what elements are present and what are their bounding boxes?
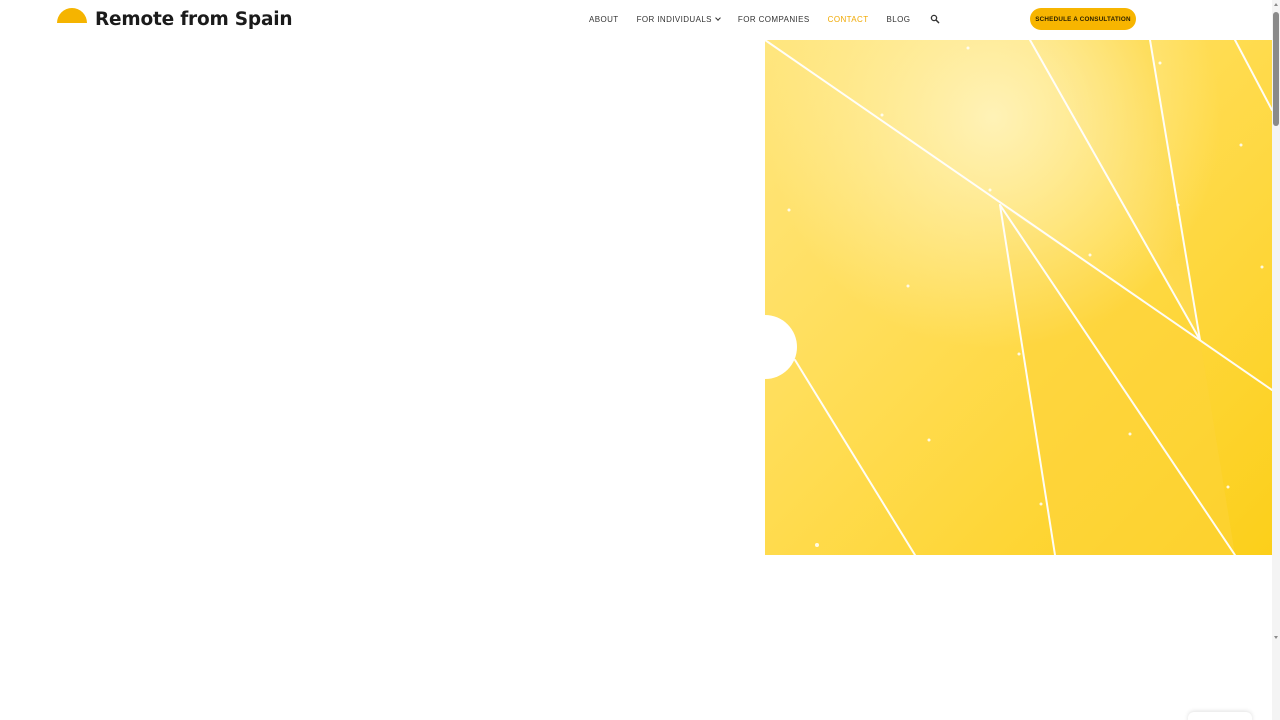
sun-logo-icon	[57, 7, 87, 33]
page-scrollbar[interactable]	[1272, 0, 1280, 720]
nav-about[interactable]: ABOUT	[589, 15, 619, 24]
site-header: Remote from Spain ABOUT FOR INDIVIDUALS …	[0, 0, 1272, 40]
scroll-down-arrow-icon[interactable]	[1274, 636, 1278, 639]
main-nav: ABOUT FOR INDIVIDUALS FOR COMPANIES CONT…	[589, 0, 940, 38]
search-icon[interactable]	[930, 14, 940, 24]
nav-blog[interactable]: BLOG	[887, 15, 911, 24]
scrollbar-thumb[interactable]	[1273, 12, 1279, 126]
hero-image	[765, 40, 1272, 555]
scroll-up-arrow-icon[interactable]	[1274, 3, 1278, 6]
site-logo[interactable]: Remote from Spain	[57, 7, 293, 33]
logo-text: Remote from Spain	[95, 9, 293, 30]
nav-for-companies[interactable]: FOR COMPANIES	[738, 15, 810, 24]
nav-for-individuals[interactable]: FOR INDIVIDUALS	[636, 14, 721, 24]
nav-contact[interactable]: CONTACT	[828, 15, 869, 24]
nav-for-individuals-label: FOR INDIVIDUALS	[636, 14, 712, 24]
chat-widget[interactable]	[1188, 712, 1252, 720]
chevron-down-icon	[715, 14, 721, 21]
schedule-consultation-button[interactable]: SCHEDULE A CONSULTATION	[1030, 8, 1136, 30]
